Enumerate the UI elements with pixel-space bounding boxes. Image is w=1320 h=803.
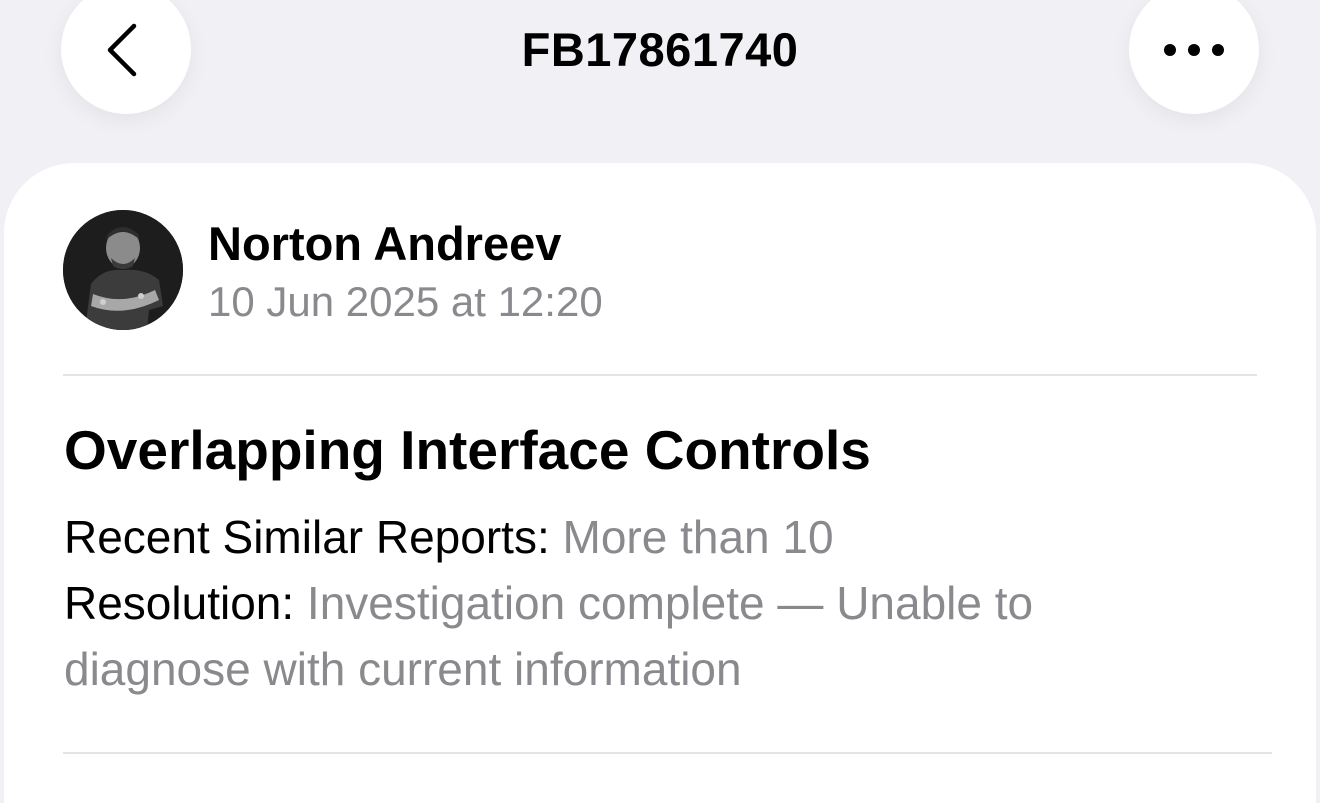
report-title: Overlapping Interface Controls — [64, 419, 871, 481]
resolution-label: Resolution: — [64, 577, 295, 629]
page-title: FB17861740 — [521, 23, 799, 76]
report-card — [4, 163, 1316, 803]
avatar[interactable] — [63, 210, 183, 330]
post-date: 10 Jun 2025 at 12:20 — [208, 278, 603, 325]
similar-reports-row: Recent Similar Reports: More than 10 — [64, 504, 1204, 570]
divider — [63, 752, 1272, 754]
ellipsis-icon — [1162, 36, 1226, 63]
similar-reports-label: Recent Similar Reports: — [64, 511, 550, 563]
resolution-row: Resolution: Investigation complete — Una… — [64, 570, 1204, 702]
report-details: Recent Similar Reports: More than 10 Res… — [64, 504, 1204, 702]
author-name: Norton Andreev — [208, 217, 562, 270]
more-options-button[interactable] — [1129, 0, 1259, 114]
similar-reports-value: More than 10 — [562, 511, 834, 563]
navigation-bar: FB17861740 — [0, 0, 1320, 160]
divider — [63, 374, 1257, 376]
